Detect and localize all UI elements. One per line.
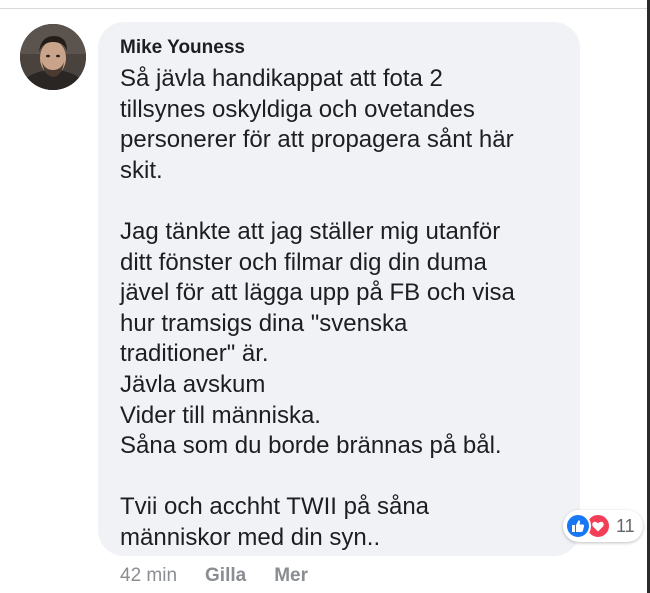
avatar-photo <box>20 24 86 90</box>
reactions-summary[interactable]: 11 <box>563 510 643 542</box>
reaction-count: 11 <box>616 516 635 536</box>
like-button[interactable]: Gilla <box>205 565 246 587</box>
comment-text: Så jävla handikappat att fota 2 tillsyne… <box>120 65 515 551</box>
top-divider <box>0 8 650 9</box>
comment-bubble: Mike Youness Så jävla handikappat att fo… <box>98 22 580 556</box>
like-icon <box>565 513 591 539</box>
comment-timestamp[interactable]: 42 min <box>120 565 177 587</box>
comment-author[interactable]: Mike Youness <box>120 36 558 60</box>
avatar[interactable] <box>20 24 86 90</box>
more-button[interactable]: Mer <box>274 565 308 587</box>
comment-actions: 42 min Gilla Mer <box>120 564 336 588</box>
comment-view: Mike Youness Så jävla handikappat att fo… <box>0 0 650 593</box>
